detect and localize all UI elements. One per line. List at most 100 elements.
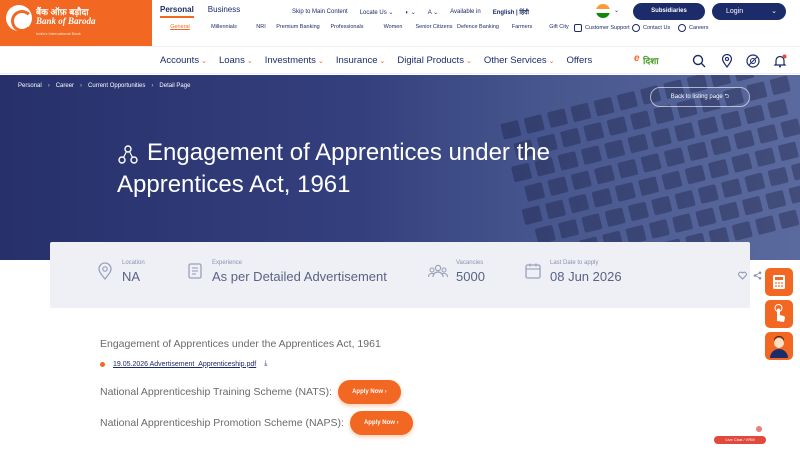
keyboard-key-decoration [697,184,719,204]
chevron-down-icon: ⌄ [201,58,207,65]
edisha-logo[interactable]: e दिशा [634,53,678,69]
font-size-toggle[interactable]: A ⌄ [428,9,438,16]
nav-accounts[interactable]: Accounts ⌄ [160,55,207,66]
nav-digital-products[interactable]: Digital Products ⌄ [397,55,471,66]
locate-us-label: Locate Us [359,9,387,16]
contact-us-link[interactable]: Contact Us [632,24,678,32]
nav-investments[interactable]: Investments ⌄ [265,55,324,66]
keyboard-key-decoration [754,147,776,168]
keyboard-key-decoration [653,104,675,125]
keyboard-key-decoration [769,75,791,96]
experience-label: Experience [212,260,243,266]
quick-link-farmers[interactable]: Farmers [500,24,544,32]
document-icon [188,263,202,279]
advertisement-pdf-link[interactable]: 19.05.2026 Advertisement_Apprenticeship.… [113,361,256,368]
naps-scheme-row: National Apprenticeship Promotion Scheme… [100,411,413,435]
share-icon[interactable] [753,271,762,280]
location-value: NA [122,269,141,284]
quick-link-defence-banking[interactable]: Defence Banking [456,24,500,32]
customer-support-label: Customer Support [585,24,630,31]
floating-tap-button[interactable] [765,300,793,328]
skip-to-main-link[interactable]: Skip to Main Content [292,9,348,15]
vacancies-info: Vacancies 5000 [428,260,485,284]
quick-link-millennials[interactable]: Millennials [202,24,246,32]
nats-apply-now-label: Apply Now [352,389,384,395]
keyboard-key-decoration [743,104,766,125]
keyboard-key-decoration [648,218,670,239]
search-icon[interactable] [692,54,706,68]
breadcrumb-separator: › [47,83,50,89]
tab-business[interactable]: Business [208,5,240,18]
like-icon[interactable] [738,271,747,280]
live-chat-badge[interactable]: Live Chat / VRM [714,436,766,444]
quick-link-women[interactable]: Women [374,24,412,32]
language-selector[interactable]: English | हिंदी [493,8,529,16]
keyboard-key-decoration [604,207,626,228]
keyboard-key-decoration [674,189,696,210]
breadcrumb-current-opportunities[interactable]: Current Opportunities [88,83,145,89]
keyboard-key-decoration [754,215,777,236]
floating-calculator-button[interactable] [765,268,793,296]
breadcrumb-separator: › [151,83,154,89]
top-header: बैंक ऑफ़ बड़ौदा Bank of Baroda India's I… [0,0,800,46]
floating-assistant-button[interactable] [765,332,793,360]
nav-insurance[interactable]: Insurance ⌄ [336,55,386,66]
nav-loans[interactable]: Loans ⌄ [219,55,253,66]
experience-value: As per Detailed Advertisement [212,269,387,284]
location-pin-icon [98,262,112,280]
contact-us-label: Contact Us [643,24,671,31]
keyboard-key-decoration [790,160,800,181]
page-title-line-2: Apprentices Act, 1961 [117,171,351,198]
last-date-value: 08 Jun 2026 [550,269,622,284]
keyboard-key-decoration [767,166,789,187]
breadcrumb-career[interactable]: Career [56,83,74,89]
keyboard-key-decoration [523,114,545,134]
brand-logo[interactable]: बैंक ऑफ़ बड़ौदा Bank of Baroda India's I… [0,0,152,46]
quick-link-general[interactable]: General [158,24,202,32]
notification-bell-icon[interactable] [773,54,787,68]
keyboard-key-decoration [616,90,639,111]
login-button[interactable]: Login ⌄ [712,3,786,20]
location-label: Location [122,260,145,266]
nats-apply-now-button[interactable]: Apply Now › [338,380,401,404]
back-to-listing-button[interactable]: Back to listing page ⮌ [650,87,750,107]
location-pin-icon[interactable] [720,54,734,68]
quick-link-premium-banking[interactable]: Premium Banking [276,24,320,32]
keyboard-key-decoration [756,123,779,144]
contrast-toggle[interactable]: ◐ ⌄ [405,9,415,16]
tab-personal[interactable]: Personal [160,5,194,18]
nav-other-services[interactable]: Other Services ⌄ [484,55,555,66]
last-date-label: Last Date to apply [550,260,599,266]
india-flag-icon[interactable] [596,4,610,18]
naps-apply-now-button[interactable]: Apply Now › [349,411,413,435]
bullet-icon [100,361,105,367]
keyboard-key-decoration [687,141,709,162]
keyboard-key-decoration [581,213,603,233]
keyboard-key-decoration [546,108,569,129]
share-actions [738,271,762,280]
breadcrumb-separator: › [80,83,83,89]
chevron-down-icon: ⌄ [548,58,555,65]
keyboard-key-decoration [767,98,789,119]
quick-link-senior-citizens[interactable]: Senior Citizens [412,24,456,32]
accessibility-icon[interactable] [746,54,760,68]
subsidiaries-button[interactable]: Subsidiaries [633,3,705,20]
last-date-info: Last Date to apply 08 Jun 2026 [524,260,622,284]
nav-insurance-label: Insurance [335,55,378,66]
nav-offers[interactable]: Offers [567,55,593,66]
quick-link-nri[interactable]: NRI [246,24,276,32]
keyboard-key-decoration [733,129,755,150]
naps-scheme-label: National Apprenticeship Promotion Scheme… [100,417,344,429]
download-icon[interactable]: ⤓ [264,360,267,368]
phone-icon [632,24,640,32]
customer-support-link[interactable]: Customer Support [574,24,632,32]
quick-link-gift-city[interactable]: Gift City [544,24,574,32]
locate-us-link[interactable]: Locate Us ⌄ [360,9,394,16]
careers-link[interactable]: Careers [678,24,724,32]
keyboard-key-decoration [663,147,686,168]
keyboard-key-decoration [718,201,740,222]
quick-link-professionals[interactable]: Professionals [320,24,374,32]
breadcrumb-personal[interactable]: Personal [18,83,42,89]
font-size-label: A [427,9,432,16]
nats-scheme-label: National Apprenticeship Training Scheme … [100,386,333,398]
